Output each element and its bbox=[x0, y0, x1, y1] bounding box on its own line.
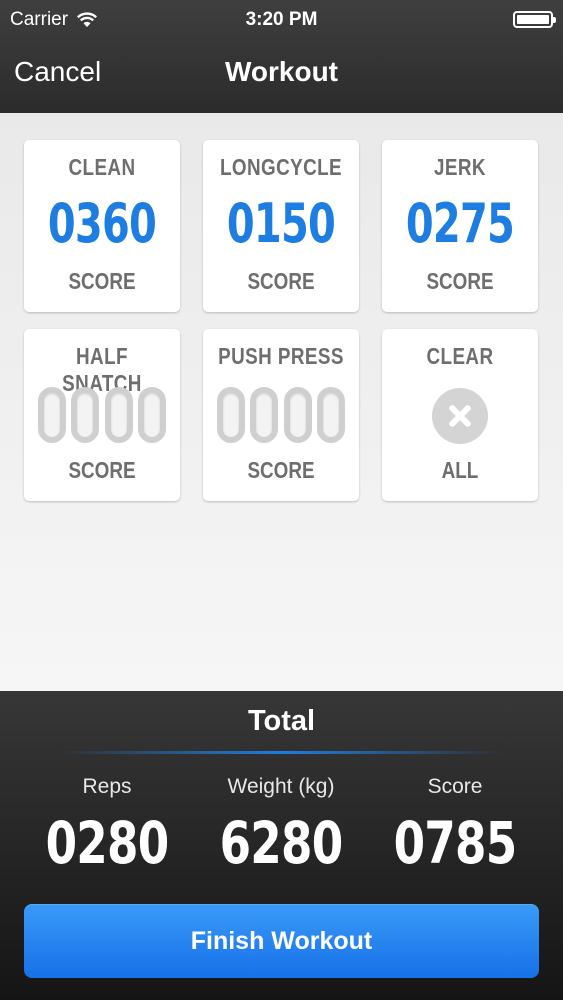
exercise-card-push-press[interactable]: PUSH PRESS SCORE bbox=[203, 329, 359, 501]
digit-slot bbox=[283, 387, 312, 443]
top-bar: Carrier 3:20 PM Cancel Workout bbox=[0, 0, 563, 113]
total-score: Score 0785 bbox=[370, 775, 540, 877]
exercise-label: CLEAN bbox=[68, 154, 136, 180]
exercise-card-clean[interactable]: CLEAN 0360 SCORE bbox=[24, 140, 180, 312]
reps-value: 0280 bbox=[45, 809, 170, 877]
exercise-score-value: 0360 bbox=[47, 192, 157, 255]
exercise-score-value: 0150 bbox=[226, 192, 336, 255]
digit-slot bbox=[250, 387, 279, 443]
exercise-card-longcycle[interactable]: LONGCYCLE 0150 SCORE bbox=[203, 140, 359, 312]
totals-title: Total bbox=[247, 705, 316, 737]
total-reps: Reps 0280 bbox=[22, 775, 192, 877]
score-caption: SCORE bbox=[68, 268, 136, 294]
exercise-label: JERK bbox=[434, 154, 486, 180]
finish-workout-button[interactable]: Finish Workout bbox=[24, 904, 539, 978]
close-icon bbox=[432, 388, 488, 444]
empty-score-digits bbox=[38, 387, 166, 443]
digit-slot bbox=[71, 387, 100, 443]
weight-label: Weight (kg) bbox=[227, 775, 335, 798]
score-caption: SCORE bbox=[68, 457, 136, 483]
clock: 3:20 PM bbox=[245, 9, 318, 30]
totals-panel: Total Reps 0280 Weight (kg) 6280 Score 0… bbox=[0, 691, 563, 1000]
digit-slot bbox=[38, 387, 66, 443]
clear-label: CLEAR bbox=[426, 343, 494, 369]
exercise-label: PUSH PRESS bbox=[218, 343, 344, 369]
score-value: 0785 bbox=[393, 809, 518, 877]
digit-slot bbox=[137, 387, 166, 443]
exercise-card-half-snatch[interactable]: HALF SNATCH SCORE bbox=[24, 329, 180, 501]
digit-slot bbox=[104, 387, 133, 443]
divider bbox=[60, 751, 503, 754]
page-title: Workout bbox=[224, 56, 339, 87]
exercise-score-value: 0275 bbox=[405, 192, 515, 255]
digit-slot bbox=[217, 387, 245, 443]
status-bar: Carrier 3:20 PM bbox=[0, 0, 563, 38]
navigation-bar: Cancel Workout bbox=[0, 38, 563, 113]
empty-score-digits bbox=[217, 387, 345, 443]
weight-value: 6280 bbox=[219, 809, 344, 877]
score-label: Score bbox=[427, 775, 483, 798]
total-weight: Weight (kg) 6280 bbox=[196, 775, 366, 877]
clear-all-button[interactable]: CLEAR ALL bbox=[382, 329, 538, 501]
digit-slot bbox=[316, 387, 345, 443]
reps-label: Reps bbox=[82, 775, 132, 798]
score-caption: SCORE bbox=[247, 457, 315, 483]
score-caption: SCORE bbox=[426, 268, 494, 294]
battery-icon bbox=[513, 11, 556, 28]
all-caption: ALL bbox=[441, 457, 479, 483]
exercise-grid: CLEAN 0360 SCORE LONGCYCLE 0150 SCORE JE… bbox=[0, 113, 563, 691]
exercise-label: LONGCYCLE bbox=[219, 154, 343, 180]
exercise-card-jerk[interactable]: JERK 0275 SCORE bbox=[382, 140, 538, 312]
score-caption: SCORE bbox=[247, 268, 315, 294]
